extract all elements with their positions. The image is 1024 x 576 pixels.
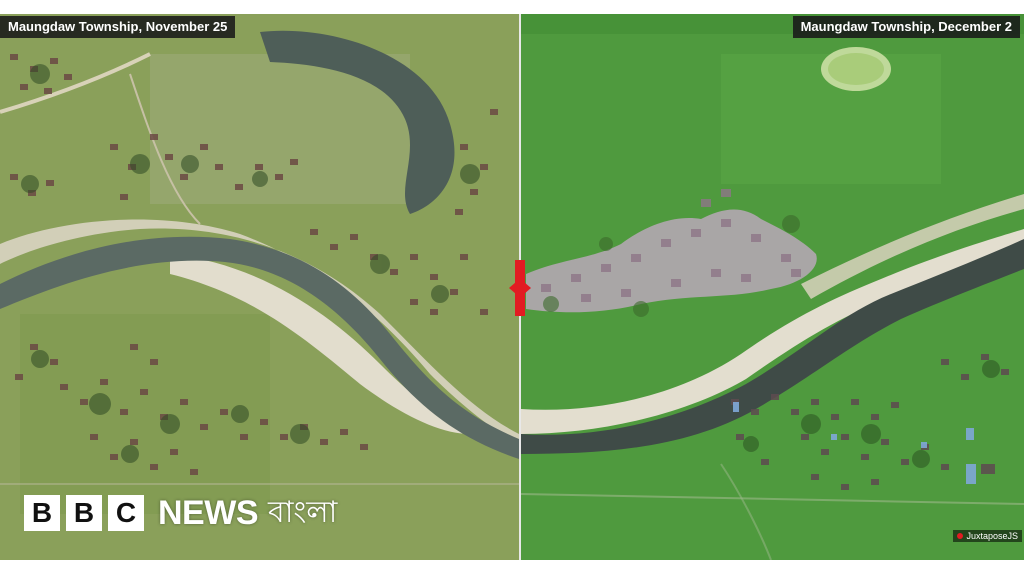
bbc-letter-b2: B bbox=[66, 495, 102, 531]
credit-text: JuxtaposeJS bbox=[966, 531, 1018, 541]
arrow-left-icon bbox=[509, 282, 516, 294]
image-comparison: Maungdaw Township, November 25 Maungdaw … bbox=[0, 14, 1024, 560]
credit-badge[interactable]: JuxtaposeJS bbox=[953, 530, 1022, 542]
after-label: Maungdaw Township, December 2 bbox=[792, 16, 1020, 38]
satellite-before bbox=[0, 14, 519, 560]
arrow-right-icon bbox=[524, 282, 531, 294]
bbc-letter-c: C bbox=[108, 495, 144, 531]
bangla-wordmark: বাংলা bbox=[268, 494, 338, 530]
juxtapose-dot-icon bbox=[957, 533, 964, 539]
after-image bbox=[521, 14, 1024, 560]
bbc-news-logo: B B C NEWS বাংলা bbox=[24, 494, 337, 532]
red-slider-handle-icon[interactable] bbox=[509, 260, 531, 316]
satellite-after bbox=[521, 14, 1024, 560]
bbc-letter-b1: B bbox=[24, 495, 60, 531]
before-image bbox=[0, 14, 519, 560]
before-label: Maungdaw Township, November 25 bbox=[0, 16, 236, 38]
news-wordmark: NEWS bbox=[158, 493, 259, 532]
